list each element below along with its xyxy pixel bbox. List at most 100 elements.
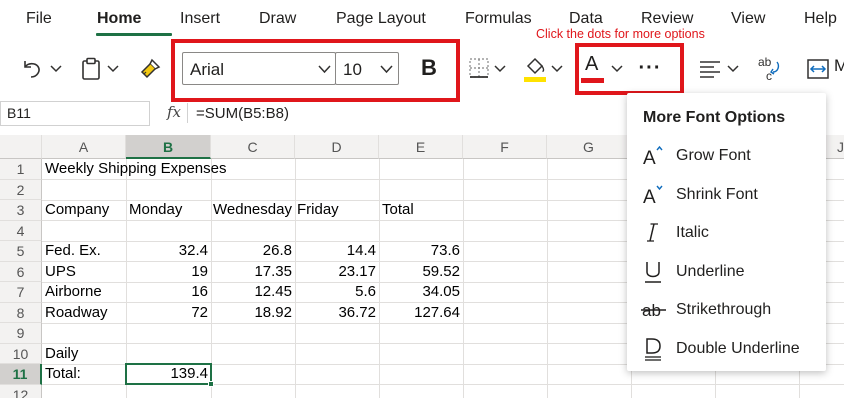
fill-color-button[interactable] — [522, 54, 548, 84]
column-header-g[interactable]: G — [547, 135, 631, 159]
tab-file[interactable]: File — [26, 10, 52, 28]
row-header-10[interactable]: 10 — [0, 343, 42, 364]
cell-e6[interactable]: 59.52 — [379, 262, 460, 282]
tab-review[interactable]: Review — [641, 10, 693, 28]
cell-a11[interactable]: Total: — [45, 364, 81, 384]
row-header-4[interactable]: 4 — [0, 220, 42, 241]
cell-a3[interactable]: Company — [45, 200, 109, 220]
menu-item-underline[interactable]: Underline — [627, 255, 826, 291]
cell-d6[interactable]: 23.17 — [295, 262, 376, 282]
active-cell-outline — [125, 363, 212, 385]
insert-function-icon[interactable]: fx — [167, 103, 181, 121]
undo-button[interactable] — [18, 56, 46, 82]
ribbon-tabs: File Home Insert Draw Page Layout Formul… — [0, 0, 844, 40]
cell-b8[interactable]: 72 — [126, 303, 208, 323]
tab-formulas[interactable]: Formulas — [465, 10, 532, 28]
borders-icon — [469, 58, 489, 78]
menu-item-strikethrough[interactable]: ab Strikethrough — [627, 293, 826, 329]
row-header-7[interactable]: 7 — [0, 282, 42, 303]
double-underline-icon — [641, 336, 665, 362]
cell-a1-title[interactable]: Weekly Shipping Expenses — [45, 159, 227, 179]
cell-e3[interactable]: Total — [382, 200, 414, 220]
cell-d3[interactable]: Friday — [297, 200, 339, 220]
row-header-11[interactable]: 11 — [0, 364, 42, 385]
menu-item-shrink-font[interactable]: A Shrink Font — [627, 178, 826, 214]
tab-help[interactable]: Help — [804, 10, 837, 28]
font-group-highlight — [171, 39, 460, 102]
strikethrough-icon: ab — [641, 297, 666, 323]
align-button[interactable] — [697, 57, 723, 81]
cell-d7[interactable]: 5.6 — [295, 282, 376, 302]
hint-text: Click the dots for more options — [536, 27, 705, 41]
tab-view[interactable]: View — [731, 10, 765, 28]
cell-a8[interactable]: Roadway — [45, 303, 108, 323]
cell-b6[interactable]: 19 — [126, 262, 208, 282]
more-font-options-panel: More Font Options A Grow Font A Shrink F… — [627, 93, 826, 371]
cell-a7[interactable]: Airborne — [45, 282, 102, 302]
cell-e5[interactable]: 73.6 — [379, 241, 460, 261]
more-ribbon-overflow: M — [834, 56, 844, 75]
name-box[interactable]: B11 — [0, 101, 150, 126]
tab-page-layout[interactable]: Page Layout — [336, 10, 426, 28]
cell-c7[interactable]: 12.45 — [211, 282, 292, 302]
fill-handle[interactable] — [208, 381, 214, 387]
cell-b5[interactable]: 32.4 — [126, 241, 208, 261]
align-left-icon — [700, 61, 720, 78]
paste-button[interactable] — [78, 56, 104, 82]
tab-home[interactable]: Home — [97, 10, 141, 28]
select-all-corner[interactable] — [0, 135, 42, 159]
column-header-b[interactable]: B — [126, 135, 211, 159]
column-header-e[interactable]: E — [379, 135, 463, 159]
row-header-6[interactable]: 6 — [0, 261, 42, 282]
wrap-text-button[interactable]: ab c — [756, 54, 782, 84]
menu-item-double-underline[interactable]: Double Underline — [627, 332, 826, 368]
column-header-c[interactable]: C — [211, 135, 295, 159]
cell-e7[interactable]: 34.05 — [379, 282, 460, 302]
cell-a10[interactable]: Daily — [45, 344, 78, 364]
menu-item-italic[interactable]: Italic — [627, 216, 826, 252]
active-tab-indicator — [96, 33, 172, 36]
grow-font-icon: A — [641, 143, 665, 169]
row-header-9[interactable]: 9 — [0, 323, 42, 344]
cell-b3[interactable]: Monday — [129, 200, 182, 220]
fill-color-dropdown-chevron-icon[interactable] — [551, 64, 563, 74]
svg-text:A: A — [643, 187, 656, 208]
menu-item-label: Strikethrough — [676, 301, 772, 318]
row-header-2[interactable]: 2 — [0, 179, 42, 200]
cell-b7[interactable]: 16 — [126, 282, 208, 302]
row-header-12[interactable]: 12 — [0, 384, 42, 398]
menu-item-label: Underline — [676, 263, 745, 280]
column-header-a[interactable]: A — [42, 135, 126, 159]
column-header-f[interactable]: F — [463, 135, 547, 159]
menu-item-grow-font[interactable]: A Grow Font — [627, 139, 826, 175]
borders-button[interactable] — [467, 55, 491, 81]
cell-c5[interactable]: 26.8 — [211, 241, 292, 261]
cell-c8[interactable]: 18.92 — [211, 303, 292, 323]
cell-e8[interactable]: 127.64 — [379, 303, 460, 323]
tab-draw[interactable]: Draw — [259, 10, 296, 28]
cell-c6[interactable]: 17.35 — [211, 262, 292, 282]
undo-dropdown-chevron-icon[interactable] — [50, 64, 62, 74]
align-dropdown-chevron-icon[interactable] — [727, 64, 739, 74]
gridline — [463, 159, 464, 398]
cell-d8[interactable]: 36.72 — [295, 303, 376, 323]
row-header-8[interactable]: 8 — [0, 302, 42, 323]
column-header-d[interactable]: D — [295, 135, 379, 159]
cell-a6[interactable]: UPS — [45, 262, 76, 282]
merge-center-button[interactable] — [806, 56, 830, 82]
row-header-1[interactable]: 1 — [0, 159, 42, 180]
format-painter-button[interactable] — [136, 55, 164, 83]
row-header-3[interactable]: 3 — [0, 200, 42, 221]
paste-dropdown-chevron-icon[interactable] — [107, 64, 119, 74]
menu-item-label: Shrink Font — [676, 186, 758, 203]
tab-insert[interactable]: Insert — [180, 10, 220, 28]
cell-a5[interactable]: Fed. Ex. — [45, 241, 101, 261]
formula-input[interactable]: =SUM(B5:B8) — [196, 105, 289, 122]
borders-dropdown-chevron-icon[interactable] — [494, 64, 506, 74]
row-header-5[interactable]: 5 — [0, 241, 42, 262]
cell-c3[interactable]: Wednesday — [213, 200, 292, 220]
undo-icon — [24, 61, 40, 78]
merge-cells-icon — [807, 59, 829, 79]
cell-d5[interactable]: 14.4 — [295, 241, 376, 261]
tab-data[interactable]: Data — [569, 10, 603, 28]
